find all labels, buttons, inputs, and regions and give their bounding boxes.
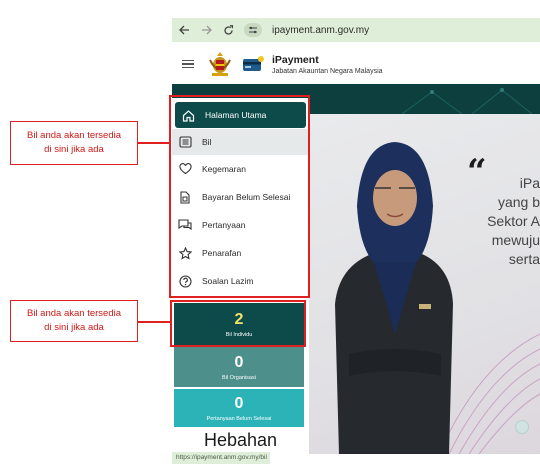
tile-count: 0 — [234, 394, 244, 412]
hero-illustration — [335, 142, 540, 454]
annotation-callout-2: Bil anda akan tersedia di sini jika ada — [10, 300, 138, 342]
quote-icon: “ — [467, 152, 487, 192]
hero-line: mewuju — [491, 232, 540, 248]
reload-icon[interactable] — [222, 24, 234, 36]
brand-subtitle: Jabatan Akauntan Negara Malaysia — [272, 67, 383, 75]
annotation-connector-1 — [138, 142, 171, 144]
hero-banner: “ iPa yang b Sektor A mewuju serta — [309, 114, 540, 454]
tile-pertanyaan-belum-selesai[interactable]: 0 Pertanyaan Belum Selesai — [174, 389, 304, 427]
malaysia-crest-logo — [206, 50, 234, 78]
forward-arrow-icon[interactable] — [200, 24, 212, 36]
callout-line: di sini jika ada — [44, 144, 104, 155]
ipayment-card-logo — [242, 55, 264, 73]
tile-label: Bil Organisasi — [222, 374, 256, 381]
annotation-callout-1: Bil anda akan tersedia di sini jika ada — [10, 121, 138, 165]
app-header: iPayment Jabatan Akauntan Negara Malaysi… — [172, 44, 540, 84]
tile-count: 0 — [234, 353, 244, 371]
tile-label: Pertanyaan Belum Selesai — [206, 415, 272, 422]
annotation-frame-menu — [169, 95, 310, 298]
menu-toggle-icon[interactable] — [182, 59, 194, 69]
url-text[interactable]: ipayment.anm.gov.my — [272, 25, 369, 36]
hero-line: serta — [508, 251, 540, 267]
hero-line: iPa — [519, 175, 540, 191]
callout-line: Bil anda akan tersedia — [26, 130, 121, 141]
scroll-top-button[interactable] — [515, 420, 529, 434]
annotation-connector-2 — [138, 321, 171, 323]
site-settings-icon[interactable] — [244, 23, 262, 37]
tile-bil-organisasi[interactable]: 0 Bil Organisasi — [174, 347, 304, 387]
brand-title: iPayment — [272, 53, 319, 66]
back-arrow-icon[interactable] — [178, 24, 190, 36]
hero-line: yang b — [497, 194, 540, 210]
hero-line: Sektor A — [487, 213, 540, 229]
hebahan-heading: Hebahan — [204, 430, 278, 450]
brand: iPayment Jabatan Akauntan Negara Malaysi… — [272, 54, 383, 75]
hero-text: iPa yang b Sektor A mewuju serta — [487, 174, 540, 269]
browser-address-bar: ipayment.anm.gov.my — [172, 18, 540, 42]
annotation-frame-tile — [170, 300, 306, 347]
callout-line: Bil anda akan tersedia — [26, 308, 121, 319]
status-bar-url: https://ipayment.anm.gov.my/bil — [172, 452, 270, 464]
callout-line: di sini jika ada — [44, 322, 104, 333]
